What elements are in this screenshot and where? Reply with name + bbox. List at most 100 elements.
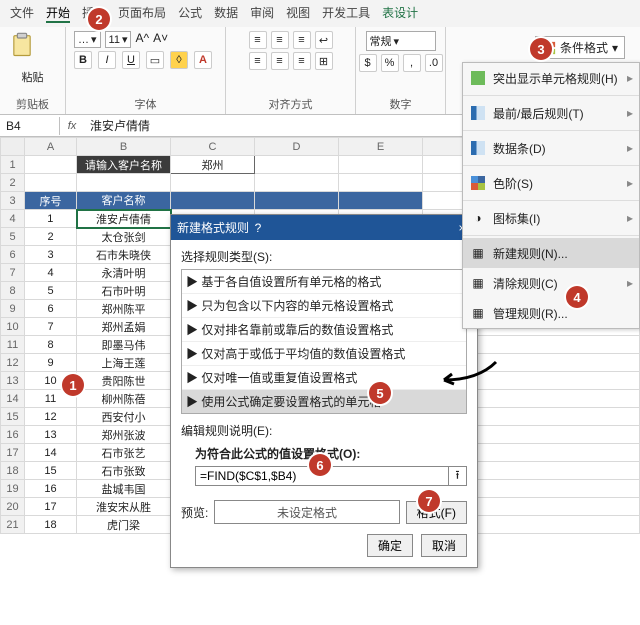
cell-name[interactable]: 石市张艺 bbox=[77, 444, 171, 462]
fill-color-button[interactable]: ◊ bbox=[170, 51, 188, 69]
ok-button[interactable]: 确定 bbox=[367, 534, 413, 557]
row-4[interactable]: 4 bbox=[1, 210, 25, 228]
align-bot-icon[interactable]: ≡ bbox=[293, 31, 311, 49]
row-18[interactable]: 18 bbox=[1, 462, 25, 480]
rule-type-list[interactable]: ▶ 基于各自值设置所有单元格的格式 ▶ 只为包含以下内容的单元格设置格式 ▶ 仅… bbox=[181, 269, 467, 414]
row-8[interactable]: 8 bbox=[1, 282, 25, 300]
row-14[interactable]: 14 bbox=[1, 390, 25, 408]
merge-icon[interactable]: ⊞ bbox=[315, 52, 333, 70]
row-17[interactable]: 17 bbox=[1, 444, 25, 462]
cell-idx[interactable]: 18 bbox=[25, 516, 77, 534]
shrink-font-icon[interactable]: A˅ bbox=[153, 31, 168, 48]
row-19[interactable]: 19 bbox=[1, 480, 25, 498]
tab-data[interactable]: 数据 bbox=[214, 4, 238, 23]
align-ctr-icon[interactable]: ≡ bbox=[271, 52, 289, 70]
tab-view[interactable]: 视图 bbox=[286, 4, 310, 23]
cell-name[interactable]: 石市叶明 bbox=[77, 282, 171, 300]
cell-idx[interactable]: 12 bbox=[25, 408, 77, 426]
cell-idx[interactable]: 1 bbox=[25, 210, 77, 228]
rule-type-4[interactable]: ▶ 仅对唯一值或重复值设置格式 bbox=[182, 366, 466, 390]
cf-new-rule[interactable]: ▦新建规则(N)... bbox=[463, 238, 639, 268]
row-6[interactable]: 6 bbox=[1, 246, 25, 264]
cell-idx[interactable]: 5 bbox=[25, 282, 77, 300]
city-cell[interactable]: 郑州 bbox=[171, 156, 255, 174]
prompt-cell[interactable]: 请输入客户名称 bbox=[77, 156, 171, 174]
border-button[interactable]: ▭ bbox=[146, 51, 164, 69]
cell-idx[interactable]: 16 bbox=[25, 480, 77, 498]
cell-idx[interactable]: 9 bbox=[25, 354, 77, 372]
cancel-button[interactable]: 取消 bbox=[421, 534, 467, 557]
percent-icon[interactable]: % bbox=[381, 54, 399, 72]
tab-dev[interactable]: 开发工具 bbox=[322, 4, 370, 23]
row-15[interactable]: 15 bbox=[1, 408, 25, 426]
cell-name[interactable]: 盐城韦国 bbox=[77, 480, 171, 498]
rule-type-1[interactable]: ▶ 只为包含以下内容的单元格设置格式 bbox=[182, 294, 466, 318]
cell-idx[interactable]: 7 bbox=[25, 318, 77, 336]
font-size-select[interactable]: 11 ▾ bbox=[105, 31, 132, 48]
inc-dec-icon[interactable]: .0 bbox=[425, 54, 443, 72]
cell-name[interactable]: 石市朱晓侠 bbox=[77, 246, 171, 264]
cell-name[interactable]: 郑州陈平 bbox=[77, 300, 171, 318]
cell-idx[interactable]: 15 bbox=[25, 462, 77, 480]
cell-name[interactable]: 虎门梁 bbox=[77, 516, 171, 534]
underline-button[interactable]: U bbox=[122, 51, 140, 69]
row-20[interactable]: 20 bbox=[1, 498, 25, 516]
cell-name[interactable]: 柳州陈蓓 bbox=[77, 390, 171, 408]
row-5[interactable]: 5 bbox=[1, 228, 25, 246]
cell-idx[interactable]: 2 bbox=[25, 228, 77, 246]
col-B[interactable]: B bbox=[77, 138, 171, 156]
bold-button[interactable]: B bbox=[74, 51, 92, 69]
cell-name[interactable]: 上海王莲 bbox=[77, 354, 171, 372]
name-box[interactable]: B4 bbox=[0, 117, 60, 135]
number-format-select[interactable]: 常规 ▾ bbox=[366, 31, 436, 51]
col-D[interactable]: D bbox=[255, 138, 339, 156]
row-9[interactable]: 9 bbox=[1, 300, 25, 318]
currency-icon[interactable]: $ bbox=[359, 54, 377, 72]
cell-name[interactable]: 西安付小 bbox=[77, 408, 171, 426]
rule-type-0[interactable]: ▶ 基于各自值设置所有单元格的格式 bbox=[182, 270, 466, 294]
align-left-icon[interactable]: ≡ bbox=[249, 52, 267, 70]
cell-name[interactable]: 贵阳陈世 bbox=[77, 372, 171, 390]
cell-name[interactable]: 永清叶明 bbox=[77, 264, 171, 282]
rule-type-3[interactable]: ▶ 仅对高于或低于平均值的数值设置格式 bbox=[182, 342, 466, 366]
tab-layout[interactable]: 页面布局 bbox=[118, 4, 166, 23]
rule-type-5[interactable]: ▶ 使用公式确定要设置格式的单元格 bbox=[182, 390, 466, 413]
cell-idx[interactable]: 14 bbox=[25, 444, 77, 462]
align-top-icon[interactable]: ≡ bbox=[249, 31, 267, 49]
cell-idx[interactable]: 8 bbox=[25, 336, 77, 354]
cell-name[interactable]: 即墨马伟 bbox=[77, 336, 171, 354]
align-mid-icon[interactable]: ≡ bbox=[271, 31, 289, 49]
tab-home[interactable]: 开始 bbox=[46, 4, 70, 23]
cf-manage-rules[interactable]: ▦管理规则(R)... bbox=[463, 298, 639, 328]
row-16[interactable]: 16 bbox=[1, 426, 25, 444]
font-color-button[interactable]: A bbox=[194, 51, 212, 69]
cell-name[interactable]: 太仓张剑 bbox=[77, 228, 171, 246]
dialog-help-icon[interactable]: ? bbox=[249, 221, 267, 235]
cell-idx[interactable]: 4 bbox=[25, 264, 77, 282]
cell-name[interactable]: 淮安宋从胜 bbox=[77, 498, 171, 516]
tab-formula[interactable]: 公式 bbox=[178, 4, 202, 23]
cell-name[interactable]: 石市张致 bbox=[77, 462, 171, 480]
wrap-text-icon[interactable]: ↩ bbox=[315, 31, 333, 49]
cf-highlight-rules[interactable]: 突出显示单元格规则(H)▸ bbox=[463, 63, 639, 93]
cell-name[interactable]: 郑州张波 bbox=[77, 426, 171, 444]
col-A[interactable]: A bbox=[25, 138, 77, 156]
grow-font-icon[interactable]: A^ bbox=[135, 31, 149, 48]
cell-idx[interactable]: 17 bbox=[25, 498, 77, 516]
row-10[interactable]: 10 bbox=[1, 318, 25, 336]
align-right-icon[interactable]: ≡ bbox=[293, 52, 311, 70]
tab-file[interactable]: 文件 bbox=[10, 4, 34, 23]
paste-button[interactable] bbox=[8, 31, 57, 59]
select-all-corner[interactable] bbox=[1, 138, 25, 156]
font-name-select[interactable]: … ▾ bbox=[74, 31, 101, 48]
italic-button[interactable]: I bbox=[98, 51, 116, 69]
rule-type-2[interactable]: ▶ 仅对排名靠前或靠后的数值设置格式 bbox=[182, 318, 466, 342]
row-21[interactable]: 21 bbox=[1, 516, 25, 534]
cell-idx[interactable]: 3 bbox=[25, 246, 77, 264]
range-picker-icon[interactable]: ⭱ bbox=[449, 466, 467, 486]
row-11[interactable]: 11 bbox=[1, 336, 25, 354]
tab-table-design[interactable]: 表设计 bbox=[382, 4, 418, 23]
row-1[interactable]: 1 bbox=[1, 156, 25, 174]
cf-icon-sets[interactable]: ◑图标集(I)▸ bbox=[463, 203, 639, 233]
cell-name[interactable]: 郑州孟娟 bbox=[77, 318, 171, 336]
